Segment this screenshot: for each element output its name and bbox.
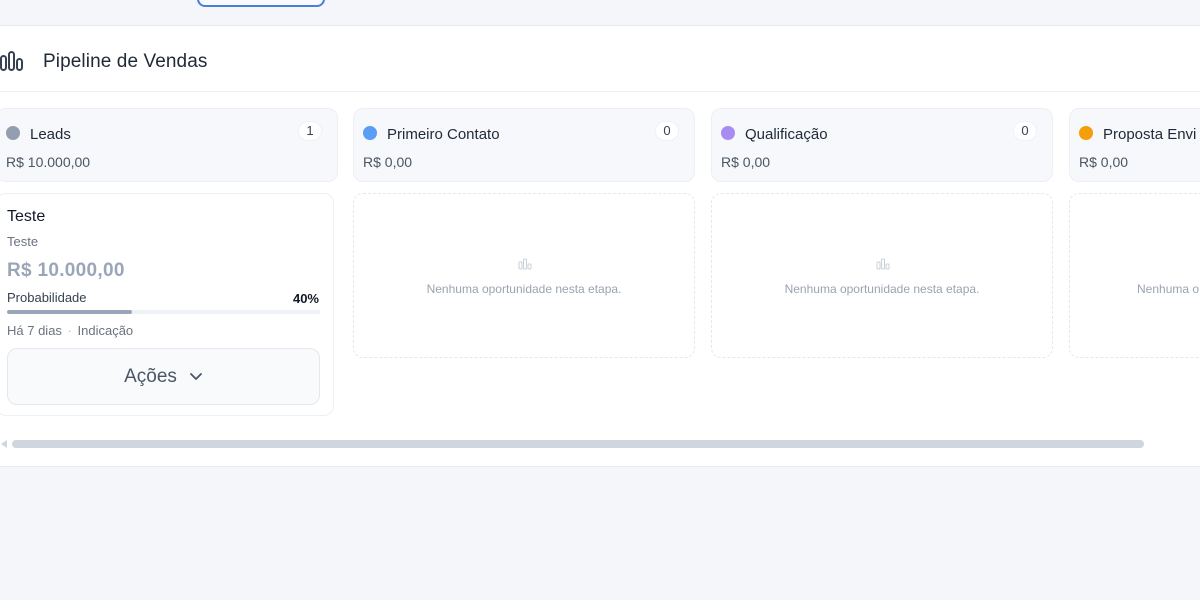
opportunity-card[interactable]: Teste Teste R$ 10.000,00 Probabilidade 4… [0, 193, 334, 416]
stage-count-badge: 1 [298, 121, 322, 141]
stage-header: Proposta Envi R$ 0,00 [1069, 108, 1200, 182]
stage-color-dot [6, 126, 20, 140]
top-bar [0, 0, 1200, 26]
pipeline-board[interactable]: Leads 1 R$ 10.000,00 Teste Teste R$ 10.0… [0, 108, 1200, 438]
card-meta-time: Há 7 dias [7, 323, 62, 338]
stage-header: Leads 1 R$ 10.000,00 [0, 108, 338, 182]
probability-bar [7, 310, 320, 314]
empty-stage-dropzone[interactable]: Nenhuma o [1069, 193, 1200, 358]
stage-count-badge: 0 [1013, 121, 1037, 141]
scroll-left-icon[interactable] [0, 439, 8, 449]
stage-count-badge: 0 [655, 121, 679, 141]
stage-name: Primeiro Contato [387, 126, 500, 143]
card-meta-source: Indicação [77, 323, 134, 338]
stage-name: Qualificação [745, 126, 828, 143]
stage-color-dot [721, 126, 735, 140]
stage-header: Primeiro Contato 0 R$ 0,00 [353, 108, 695, 182]
empty-stage-message: Nenhuma oportunidade nesta etapa. [426, 282, 622, 296]
probability-value: 40% [292, 291, 319, 306]
card-title: Teste [7, 208, 46, 225]
actions-button[interactable]: Ações [7, 348, 320, 405]
card-meta: Há 7 dias · Indicação [7, 323, 133, 338]
top-active-tab[interactable] [197, 0, 325, 7]
stage-total: R$ 0,00 [721, 154, 771, 170]
bar-chart-icon [0, 51, 23, 71]
stage-color-dot [1079, 126, 1093, 140]
probability-label: Probabilidade [7, 290, 87, 305]
chevron-down-icon [190, 372, 202, 380]
empty-stage-dropzone[interactable]: Nenhuma oportunidade nesta etapa. [711, 193, 1053, 358]
empty-stage-dropzone[interactable]: Nenhuma oportunidade nesta etapa. [353, 193, 695, 358]
empty-stage-message: Nenhuma o [1137, 282, 1200, 296]
pipeline-panel: Pipeline de Vendas Leads 1 R$ 10.000,00 … [0, 26, 1200, 467]
stage-color-dot [363, 126, 377, 140]
stage-header: Qualificação 0 R$ 0,00 [711, 108, 1053, 182]
probability-bar-fill [7, 310, 133, 314]
horizontal-scrollbar[interactable] [0, 438, 1200, 452]
stage-total: R$ 10.000,00 [6, 154, 91, 170]
stage-name: Leads [30, 126, 71, 143]
card-subtitle: Teste [7, 234, 39, 249]
stage-total: R$ 0,00 [1079, 154, 1129, 170]
actions-button-label: Ações [124, 365, 177, 387]
card-value: R$ 10.000,00 [7, 260, 125, 281]
stage-total: R$ 0,00 [363, 154, 413, 170]
stage-name: Proposta Envi [1103, 126, 1197, 143]
panel-header: Pipeline de Vendas [0, 26, 1200, 92]
card-meta-separator: · [67, 323, 72, 338]
empty-chart-icon [876, 258, 890, 270]
empty-chart-icon [518, 258, 532, 270]
scrollbar-thumb[interactable] [12, 440, 1144, 448]
page-title: Pipeline de Vendas [43, 51, 208, 72]
empty-stage-message: Nenhuma oportunidade nesta etapa. [784, 282, 980, 296]
